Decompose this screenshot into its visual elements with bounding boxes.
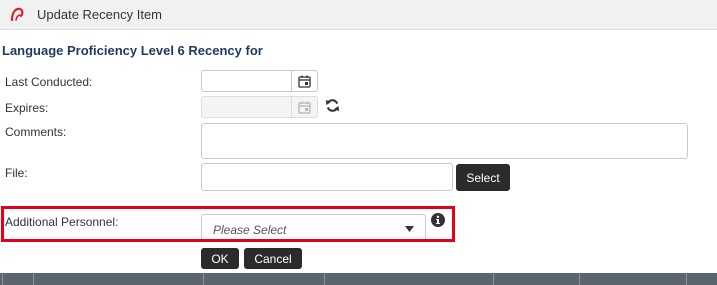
- file-input[interactable]: [201, 163, 453, 191]
- cancel-button[interactable]: Cancel: [244, 248, 302, 269]
- calendar-icon: [298, 75, 311, 88]
- dialog-titlebar: Update Recency Item: [0, 0, 717, 30]
- grid-column-divider: [493, 273, 494, 285]
- file-label: File:: [5, 166, 28, 180]
- expires-label: Expires:: [5, 101, 49, 115]
- last-conducted-calendar-button[interactable]: [292, 70, 318, 92]
- app-logo-icon: [10, 7, 24, 22]
- grid-column-divider: [33, 273, 34, 285]
- refresh-icon[interactable]: [325, 98, 340, 113]
- comments-label: Comments:: [5, 125, 67, 139]
- last-conducted-label: Last Conducted:: [5, 75, 93, 89]
- grid-column-divider: [686, 273, 687, 285]
- last-conducted-input[interactable]: [201, 70, 292, 92]
- expires-calendar-button: [292, 96, 318, 118]
- ok-button[interactable]: OK: [201, 248, 239, 269]
- grid-column-divider: [2, 273, 3, 285]
- grid-column-divider: [324, 273, 325, 285]
- calendar-icon: [298, 101, 311, 114]
- comments-textarea[interactable]: [201, 123, 688, 159]
- grid-column-divider: [579, 273, 580, 285]
- expires-input: [201, 96, 292, 118]
- file-select-button[interactable]: Select: [456, 164, 510, 191]
- grid-header: [0, 273, 717, 285]
- grid-column-divider: [203, 273, 204, 285]
- highlight-box: [1, 206, 455, 242]
- dialog-title: Update Recency Item: [37, 7, 163, 22]
- section-heading: Language Proficiency Level 6 Recency for: [2, 43, 263, 58]
